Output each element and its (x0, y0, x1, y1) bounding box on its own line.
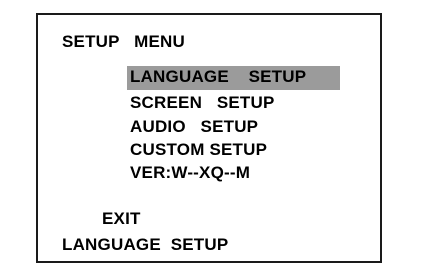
menu-item-audio-setup[interactable]: AUDIO SETUP (130, 117, 258, 137)
exit-button[interactable]: EXIT (102, 209, 141, 229)
status-text: LANGUAGE SETUP (62, 235, 229, 254)
menu-title: SETUP MENU (62, 32, 185, 51)
menu-item-screen-setup[interactable]: SCREEN SETUP (130, 93, 275, 113)
menu-item-version[interactable]: VER:W--XQ--M (130, 163, 250, 183)
menu-item-language-setup[interactable]: LANGUAGE SETUP (130, 67, 306, 87)
menu-item-custom-setup[interactable]: CUSTOM SETUP (130, 140, 267, 160)
